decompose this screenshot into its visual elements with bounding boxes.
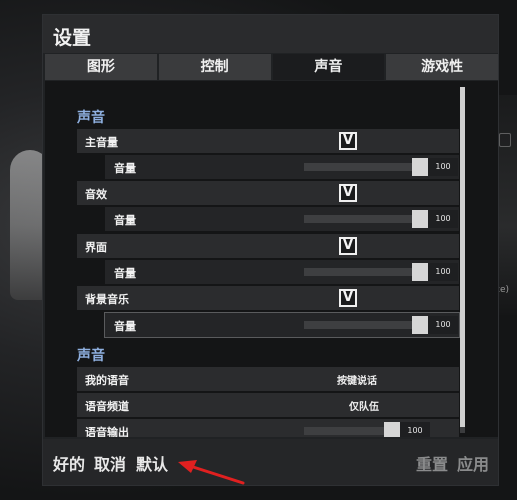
my-voice-value[interactable]: 按键说话 [337,372,377,387]
ui-volume-slider-knob[interactable] [412,263,428,281]
voice-output-row: 语音输出 100 [77,419,459,437]
voice-output-value: 100 [400,422,430,437]
tab-gameplay[interactable]: 游戏性 [386,54,498,80]
effects-volume-row: 音效 V [77,181,459,205]
master-volume-slider-knob[interactable] [412,158,428,176]
title-bar: 设置 [43,15,498,53]
music-volume-row: 背景音乐 V [77,286,459,310]
tab-sound[interactable]: 声音 [272,54,385,80]
settings-content: 声音 主音量 V 音量 100 音效 V 音量 100 界面 V 音量 100 … [45,81,498,437]
ui-volume-label: 界面 [85,241,107,254]
tab-controls[interactable]: 控制 [158,54,271,80]
settings-dialog: 设置 图形 控制 声音 游戏性 声音 主音量 V 音量 100 音效 V 音量 [42,14,499,486]
master-volume-label: 主音量 [85,136,118,149]
master-volume-checkbox[interactable]: V [339,132,357,150]
ui-volume-slider-row: 音量 100 [105,260,459,284]
effects-volume-value: 100 [428,210,458,228]
background-mark [499,133,511,147]
section-title-sound: 声音 [77,110,105,126]
master-volume-slider-row: 音量 100 [105,155,459,179]
music-volume-slider-knob[interactable] [412,316,428,334]
content-scrollbar[interactable] [460,87,465,433]
apply-button[interactable]: 应用 [457,451,489,475]
voice-channel-row[interactable]: 语音频道 仅队伍 [77,393,459,417]
cancel-button[interactable]: 取消 [94,451,126,475]
master-volume-slider-label: 音量 [114,162,136,175]
tab-bar: 图形 控制 声音 游戏性 [45,54,498,80]
voice-output-label: 语音输出 [85,426,129,437]
reset-button[interactable]: 重置 [416,451,448,475]
music-volume-slider-row: 音量 100 [104,312,460,338]
effects-volume-checkbox[interactable]: V [339,184,357,202]
effects-volume-slider[interactable] [304,210,428,228]
master-volume-value: 100 [428,158,458,176]
ui-volume-slider[interactable] [304,263,428,281]
music-volume-label: 背景音乐 [85,293,129,306]
dialog-footer: 好的 取消 默认 重置 应用 [43,439,498,485]
ui-volume-row: 界面 V [77,234,459,258]
music-volume-checkbox[interactable]: V [339,289,357,307]
master-volume-slider[interactable] [304,158,428,176]
tab-graphics[interactable]: 图形 [45,54,157,80]
voice-channel-label: 语音频道 [85,400,129,413]
content-scrollbar-thumb[interactable] [460,87,465,427]
effects-volume-slider-row: 音量 100 [105,207,459,231]
my-voice-label: 我的语音 [85,374,129,387]
effects-volume-label: 音效 [85,188,107,201]
ok-button[interactable]: 好的 [53,451,85,475]
effects-volume-slider-label: 音量 [114,214,136,227]
voice-channel-value[interactable]: 仅队伍 [349,398,379,413]
ui-volume-value: 100 [428,263,458,281]
voice-output-slider[interactable] [304,422,400,437]
ui-volume-slider-label: 音量 [114,267,136,280]
music-volume-value: 100 [428,316,458,334]
dialog-title: 设置 [53,27,92,49]
music-volume-slider-label: 音量 [114,320,136,333]
master-volume-row: 主音量 V [77,129,459,153]
my-voice-row[interactable]: 我的语音 按键说话 [77,367,459,391]
music-volume-slider[interactable] [304,316,428,334]
ui-volume-checkbox[interactable]: V [339,237,357,255]
section-title-voice: 声音 [77,348,105,364]
effects-volume-slider-knob[interactable] [412,210,428,228]
voice-output-slider-knob[interactable] [384,422,400,437]
default-button[interactable]: 默认 [136,451,168,475]
